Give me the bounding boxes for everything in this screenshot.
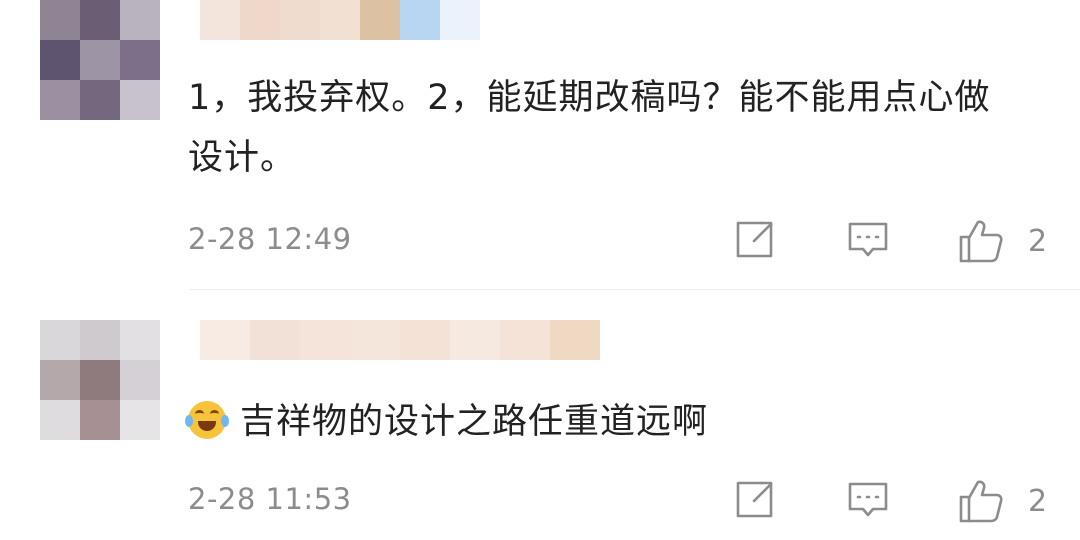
avatar-tile <box>40 320 80 360</box>
like-button[interactable]: 2 <box>958 478 1047 524</box>
avatar-tile <box>120 80 160 120</box>
comment-item: 1，我投弃权。2，能延期改稿吗？能不能用点心做设计。 2-28 12:49 2 <box>0 0 1080 290</box>
avatar-tile <box>120 320 160 360</box>
username-tile <box>200 0 240 40</box>
share-button[interactable] <box>732 218 776 262</box>
comment-item: 吉祥物的设计之路任重道远啊 2-28 11:53 2 <box>0 290 1080 540</box>
username-tile <box>280 0 320 40</box>
avatar-tile <box>80 320 120 360</box>
comment-icon <box>848 482 888 517</box>
username-tile <box>300 320 350 360</box>
username-tile <box>320 0 360 40</box>
share-icon <box>736 481 773 518</box>
username-tile <box>350 320 400 360</box>
avatar-tile <box>40 400 80 440</box>
avatar-tile <box>80 0 120 40</box>
username-tile <box>550 320 600 360</box>
reply-button[interactable] <box>846 218 890 262</box>
like-count: 2 <box>1028 223 1048 259</box>
like-button[interactable]: 2 <box>958 218 1047 264</box>
thumbs-up-icon <box>959 480 1003 523</box>
username-tile <box>440 0 480 40</box>
comment-text: 吉祥物的设计之路任重道远啊 <box>240 402 709 442</box>
avatar-tile <box>40 80 80 120</box>
username-tile <box>500 320 550 360</box>
share-button[interactable] <box>732 478 776 522</box>
comment-timestamp: 2-28 12:49 <box>188 222 352 256</box>
avatar-tile <box>120 360 160 400</box>
avatar-tile <box>120 40 160 80</box>
username-blurred[interactable] <box>200 0 480 40</box>
username-tile <box>240 0 280 40</box>
comment-text-row: 吉祥物的设计之路任重道远啊 <box>185 392 1020 452</box>
avatar-tile <box>120 0 160 40</box>
share-icon <box>736 221 773 258</box>
avatar-tile <box>40 40 80 80</box>
username-tile <box>200 320 250 360</box>
username-tile <box>450 320 500 360</box>
avatar-tile <box>40 360 80 400</box>
avatar-tile <box>80 80 120 120</box>
username-tile <box>250 320 300 360</box>
username-tile <box>360 0 400 40</box>
like-count: 2 <box>1028 483 1048 519</box>
avatar-tile <box>80 360 120 400</box>
username-tile <box>400 320 450 360</box>
avatar-tile <box>80 40 120 80</box>
username-tile <box>400 0 440 40</box>
avatar-tile <box>40 0 80 40</box>
laughing-crying-emoji-icon <box>185 401 229 439</box>
comment-icon <box>848 222 888 257</box>
username-blurred[interactable] <box>200 320 600 360</box>
avatar-tile <box>120 400 160 440</box>
avatar[interactable] <box>40 0 160 120</box>
reply-button[interactable] <box>846 478 890 522</box>
avatar-tile <box>80 400 120 440</box>
thumbs-up-icon <box>959 220 1003 263</box>
avatar[interactable] <box>40 320 160 440</box>
comment-timestamp: 2-28 11:53 <box>188 482 352 516</box>
comment-text: 1，我投弃权。2，能延期改稿吗？能不能用点心做设计。 <box>188 78 991 178</box>
